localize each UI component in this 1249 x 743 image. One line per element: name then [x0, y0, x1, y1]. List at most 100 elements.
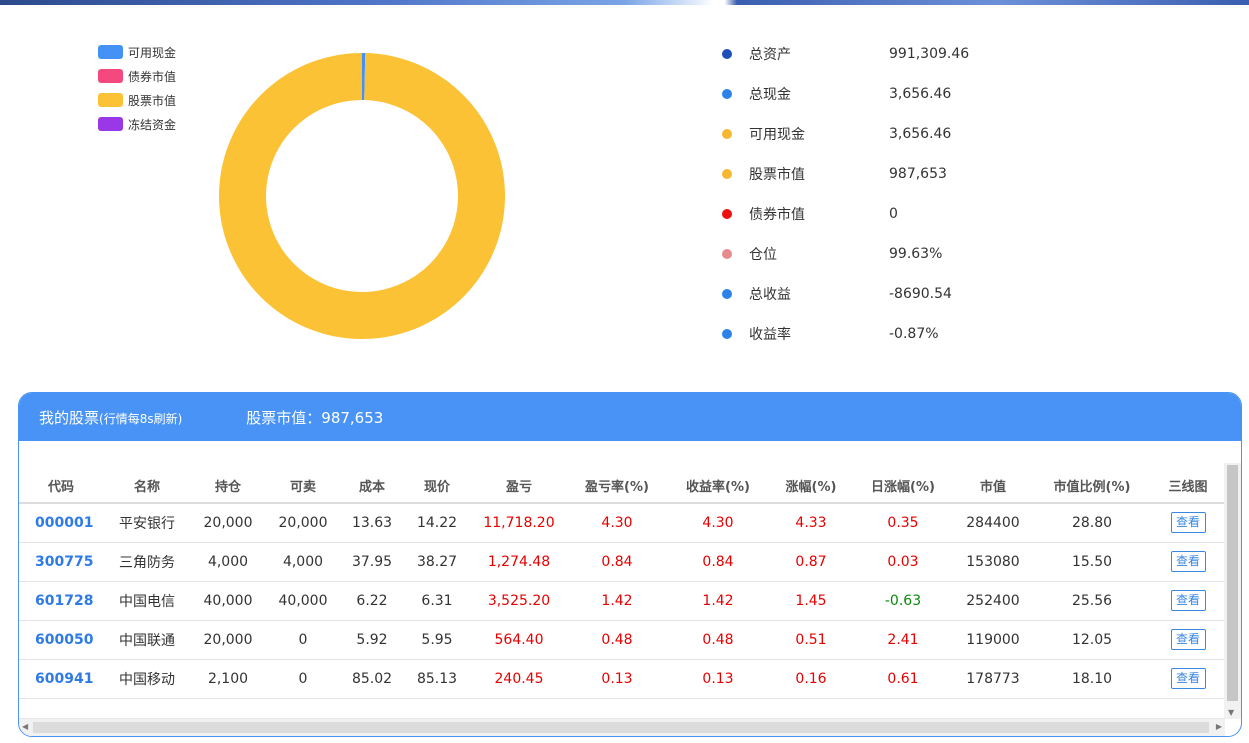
- cost-price-cell: 6.22: [341, 581, 403, 621]
- market-value-ratio-cell: 18.10: [1033, 659, 1151, 699]
- market-value-cell: 119000: [953, 620, 1033, 660]
- view-chart-button[interactable]: 查看: [1170, 551, 1206, 572]
- column-header: 盈亏: [471, 469, 567, 504]
- table-header-row: 代码 名称 持仓 可卖 成本 现价 盈亏 盈亏率(%) 收益率(%) 涨幅(%) 日涨幅(%) 市值市…: [19, 469, 1225, 504]
- legend-item-frozen-funds[interactable]: 冻结资金: [98, 112, 176, 136]
- summary-row-position: 仓位 99.63%: [722, 234, 969, 274]
- vertical-scrollbar[interactable]: ▼: [1224, 463, 1241, 719]
- day-change-pct-cell: -0.63: [853, 581, 953, 621]
- change-pct-cell: 0.16: [769, 659, 853, 699]
- column-header: 成本: [341, 469, 403, 504]
- summary-value: -8690.54: [889, 286, 952, 302]
- panel-header: 我的股票(行情每8s刷新) 股票市值：987,653: [19, 393, 1241, 441]
- panel-title-text: 我的股票: [39, 408, 100, 427]
- current-price-cell: 6.31: [403, 581, 471, 621]
- column-header: 日涨幅(%): [853, 469, 953, 504]
- legend-label: 债券市值: [128, 69, 177, 84]
- horizontal-scrollbar-thumb[interactable]: [33, 722, 1209, 733]
- legend-swatch: [98, 93, 123, 107]
- summary-row-stock-value: 股票市值 987,653: [722, 154, 969, 194]
- summary-value: 991,309.46: [889, 46, 970, 62]
- holding-cell: 2,100: [191, 659, 265, 699]
- column-header: 三线图: [1151, 469, 1225, 504]
- table-row[interactable]: 300775 三角防务 4,000 4,000 37.95 38.27 1,274.48 0.…: [19, 542, 1225, 582]
- cost-price-cell: 37.95: [341, 542, 403, 582]
- day-change-pct-cell: 2.41: [853, 620, 953, 660]
- panel-title: 我的股票(行情每8s刷新): [39, 407, 182, 428]
- stock-code-cell[interactable]: 601728: [19, 581, 103, 621]
- view-chart-button[interactable]: 查看: [1170, 590, 1206, 611]
- view-chart-button[interactable]: 查看: [1170, 512, 1206, 534]
- day-change-pct-cell: 0.61: [853, 659, 953, 699]
- summary-dot: [722, 129, 732, 139]
- profit-loss-rate-cell: 0.84: [567, 542, 667, 582]
- table-row[interactable]: 000001 平安银行 20,000 20,000 13.63 14.22 11,718.2…: [19, 503, 1225, 543]
- return-rate-cell: 4.30: [667, 503, 769, 543]
- summary-label: 总现金: [749, 87, 791, 103]
- summary-label: 仓位: [749, 247, 777, 263]
- chart-legend: 可用现金 债券市值 股票市值 冻结资金: [98, 40, 176, 136]
- summary-label: 债券市值: [749, 207, 805, 223]
- stock-name-cell: 中国联通: [103, 620, 191, 660]
- legend-item-stock-value[interactable]: 股票市值: [98, 88, 176, 112]
- stock-name-cell: 平安银行: [103, 503, 191, 543]
- table-row[interactable]: 601728 中国电信 40,000 40,000 6.22 6.31 3,525.20 1.…: [19, 581, 1225, 621]
- chart-link-cell: 查看: [1151, 503, 1225, 543]
- column-header: 现价: [403, 469, 471, 504]
- donut-slice-stock-value[interactable]: [219, 53, 506, 339]
- sellable-cell: 4,000: [265, 542, 341, 582]
- sellable-cell: 0: [265, 659, 341, 699]
- scroll-left-arrow-icon[interactable]: ◀: [22, 722, 28, 731]
- horizontal-scrollbar[interactable]: ◀ ▶: [19, 718, 1225, 736]
- column-header: 收益率(%): [667, 469, 769, 504]
- holding-cell: 20,000: [191, 620, 265, 660]
- profit-loss-rate-cell: 4.30: [567, 503, 667, 543]
- current-price-cell: 5.95: [403, 620, 471, 660]
- legend-item-bond-value[interactable]: 债券市值: [98, 64, 176, 88]
- summary-label: 总收益: [749, 287, 791, 303]
- holding-cell: 4,000: [191, 542, 265, 582]
- stock-code-cell[interactable]: 600050: [19, 620, 103, 660]
- panel-refresh-note: (行情每8s刷新): [99, 411, 183, 426]
- column-header: 持仓: [191, 469, 265, 504]
- change-pct-cell: 0.51: [769, 620, 853, 660]
- scroll-down-arrow-icon[interactable]: ▼: [1228, 708, 1234, 717]
- column-header: 代码: [19, 469, 103, 504]
- profit-loss-rate-cell: 0.48: [567, 620, 667, 660]
- vertical-scrollbar-thumb[interactable]: [1227, 465, 1238, 701]
- stock-code-cell[interactable]: 000001: [19, 503, 103, 543]
- current-price-cell: 38.27: [403, 542, 471, 582]
- sellable-cell: 40,000: [265, 581, 341, 621]
- scroll-right-arrow-icon[interactable]: ▶: [1216, 722, 1222, 731]
- column-header: 盈亏率(%): [567, 469, 667, 504]
- column-header: 可卖: [265, 469, 341, 504]
- summary-dot: [722, 209, 732, 219]
- profit-loss-cell: 11,718.20: [471, 503, 567, 543]
- profit-loss-cell: 3,525.20: [471, 581, 567, 621]
- legend-swatch: [98, 117, 123, 131]
- table-row[interactable]: 600941 中国移动 2,100 0 85.02 85.13 240.45 0.13 0.13…: [19, 659, 1225, 699]
- summary-row-total-profit: 总收益 -8690.54: [722, 274, 969, 314]
- day-change-pct-cell: 0.35: [853, 503, 953, 543]
- legend-item-available-cash[interactable]: 可用现金: [98, 40, 176, 64]
- market-value-cell: 178773: [953, 659, 1033, 699]
- summary-label: 收益率: [749, 327, 791, 343]
- stock-code-cell[interactable]: 300775: [19, 542, 103, 582]
- market-value-cell: 284400: [953, 503, 1033, 543]
- stock-name-cell: 中国电信: [103, 581, 191, 621]
- profit-loss-cell: 1,274.48: [471, 542, 567, 582]
- view-chart-button[interactable]: 查看: [1170, 668, 1206, 689]
- summary-dot: [722, 49, 732, 59]
- profit-loss-cell: 564.40: [471, 620, 567, 660]
- market-value-cell: 252400: [953, 581, 1033, 621]
- stock-table-container[interactable]: 代码 名称 持仓 可卖 成本 现价 盈亏 盈亏率(%) 收益率(%) 涨幅(%) 日涨幅(%) 市值市…: [19, 441, 1225, 719]
- summary-dot: [722, 89, 732, 99]
- current-price-cell: 85.13: [403, 659, 471, 699]
- legend-swatch: [98, 69, 123, 83]
- view-chart-button[interactable]: 查看: [1170, 629, 1206, 650]
- legend-label: 冻结资金: [128, 117, 177, 132]
- summary-label: 股票市值: [749, 167, 805, 183]
- summary-row-return-rate: 收益率 -0.87%: [722, 314, 969, 354]
- table-row[interactable]: 600050 中国联通 20,000 0 5.92 5.95 564.40 0.48 0.48 0…: [19, 620, 1225, 660]
- stock-code-cell[interactable]: 600941: [19, 659, 103, 699]
